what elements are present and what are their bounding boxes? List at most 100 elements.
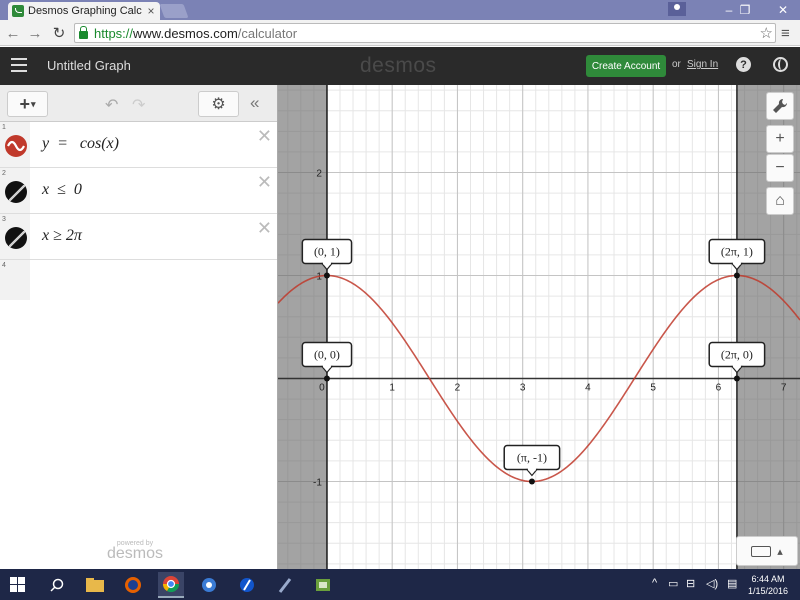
- settings-gear-icon[interactable]: ⚙: [198, 91, 239, 117]
- graph-paper[interactable]: 0 1 2 3 4 5 6 7 2 1 -1 (0, 1) (0, 0) (π, -1) (2π, 1) (2…: [277, 85, 800, 569]
- powered-by-desmos: powered by desmos: [107, 540, 163, 563]
- expression-math[interactable]: y = cos(x): [42, 135, 119, 153]
- point-label: (2π, 0): [721, 347, 753, 361]
- x-tick-label: 3: [520, 382, 526, 393]
- window-titlebar: Desmos Graphing Calculat × – ❐ ✕: [0, 0, 800, 20]
- point-label-pointer-mask: [322, 364, 331, 368]
- delete-expression-icon[interactable]: ✕: [257, 172, 272, 193]
- point-label: (0, 1): [314, 245, 340, 259]
- keyboard-button[interactable]: ▴: [736, 536, 798, 566]
- app-icon[interactable]: [234, 572, 260, 598]
- pen-icon[interactable]: [272, 572, 298, 598]
- app-icon[interactable]: [310, 572, 336, 598]
- powered-logo: desmos: [107, 545, 164, 562]
- maximize-button[interactable]: ❐: [731, 0, 759, 20]
- graph-title[interactable]: Untitled Graph: [47, 58, 131, 73]
- browser-menu-icon[interactable]: ≡: [781, 25, 790, 42]
- file-explorer-icon[interactable]: [82, 572, 108, 598]
- tab-title: Desmos Graphing Calculat: [28, 5, 142, 17]
- search-icon[interactable]: [44, 572, 70, 598]
- shade-icon[interactable]: [5, 227, 27, 249]
- point-marker: [528, 478, 535, 485]
- zoom-out-icon[interactable]: −: [766, 154, 794, 182]
- point-marker: [323, 272, 330, 279]
- user-profile-icon[interactable]: [668, 2, 686, 16]
- expression-row[interactable]: 3 x ≥ 2π ✕: [0, 214, 277, 260]
- x-tick-label: 7: [781, 382, 787, 393]
- network-icon[interactable]: ⊟: [686, 577, 695, 590]
- expression-index: 1: [2, 124, 6, 131]
- sign-in-link[interactable]: Sign In: [687, 59, 718, 70]
- expression-math[interactable]: x ≤ 0: [42, 181, 82, 199]
- collapse-panel-icon[interactable]: «: [250, 93, 259, 113]
- expression-index: 2: [2, 170, 6, 177]
- delete-expression-icon[interactable]: ✕: [257, 218, 272, 239]
- keyboard-icon: [751, 545, 772, 557]
- zoom-in-icon[interactable]: +: [766, 125, 794, 153]
- bookmark-star-icon[interactable]: ☆: [760, 24, 773, 42]
- point-label-pointer-mask: [527, 467, 536, 471]
- y-tick-label: -1: [313, 477, 322, 488]
- address-bar[interactable]: https:// www.desmos.com /calculator ☆: [74, 23, 776, 43]
- globe-icon[interactable]: [773, 57, 788, 72]
- point-label: (π, -1): [517, 450, 547, 464]
- expression-toolbar: + ▾ ↶ ↷ ⚙ «: [0, 85, 277, 122]
- windows-taskbar: ^ ▭ ⊟ ◁) ▤ 6:44 AM 1/15/2016: [0, 569, 800, 600]
- point-label: (2π, 1): [721, 245, 753, 259]
- shaded-region: [278, 85, 327, 569]
- home-icon[interactable]: ⌂: [766, 187, 794, 215]
- point-marker: [323, 375, 330, 382]
- delete-expression-icon[interactable]: ✕: [257, 126, 272, 147]
- expression-index: 4: [2, 262, 6, 269]
- clock[interactable]: 6:44 AM 1/15/2016: [748, 573, 788, 597]
- wrench-icon[interactable]: [766, 92, 794, 120]
- undo-icon[interactable]: ↶: [105, 95, 118, 115]
- x-tick-label: 1: [389, 382, 395, 393]
- tab-close-icon[interactable]: ×: [146, 4, 156, 18]
- reload-icon[interactable]: ↻: [50, 24, 68, 42]
- redo-icon[interactable]: ↷: [132, 95, 145, 115]
- expression-index: 3: [2, 216, 6, 223]
- forward-icon[interactable]: →: [26, 24, 44, 42]
- hamburger-menu-icon[interactable]: [11, 58, 27, 72]
- back-icon[interactable]: ←: [4, 24, 22, 42]
- add-item-button[interactable]: + ▾: [7, 91, 48, 117]
- plus-icon: +: [19, 93, 30, 114]
- point-label: (0, 0): [314, 347, 340, 361]
- caret-down-icon: ▾: [30, 98, 36, 109]
- tray-expand-icon[interactable]: ^: [652, 577, 657, 589]
- clock-date: 1/15/2016: [748, 586, 789, 596]
- x-tick-label: 2: [455, 382, 461, 393]
- action-center-icon[interactable]: ▤: [727, 577, 737, 590]
- expression-row[interactable]: 1 y = cos(x) ✕: [0, 122, 277, 168]
- x-tick-label: 6: [716, 382, 722, 393]
- browser-tab[interactable]: Desmos Graphing Calculat ×: [8, 2, 160, 20]
- x-tick-label: 0: [319, 382, 325, 393]
- graph-svg[interactable]: 0 1 2 3 4 5 6 721-1(0, 1)(0, 0)(π, -1)(2π, 1)(2…: [277, 85, 800, 569]
- url-path: /calculator: [237, 25, 298, 41]
- url-scheme: https://: [94, 25, 134, 41]
- wave-icon[interactable]: [5, 135, 27, 157]
- expression-row-empty[interactable]: 4: [0, 260, 277, 300]
- shade-icon[interactable]: [5, 181, 27, 203]
- lock-icon: [79, 26, 88, 39]
- create-account-button[interactable]: Create Account: [586, 55, 666, 77]
- y-tick-label: 2: [316, 169, 322, 180]
- firefox-icon[interactable]: [120, 572, 146, 598]
- desmos-header: Untitled Graph desmos Create Account or …: [0, 47, 800, 85]
- clock-time: 6:44 AM: [751, 574, 785, 584]
- desmos-favicon-icon: [12, 5, 24, 17]
- close-window-button[interactable]: ✕: [766, 0, 800, 20]
- x-tick-label: 5: [650, 382, 656, 393]
- windows-start-icon[interactable]: [10, 577, 25, 592]
- notification-icon[interactable]: ▭: [668, 577, 678, 590]
- app-icon[interactable]: [196, 572, 222, 598]
- volume-icon[interactable]: ◁): [706, 577, 718, 590]
- point-label-pointer-mask: [732, 364, 741, 368]
- help-icon[interactable]: ?: [736, 57, 751, 72]
- chrome-icon[interactable]: [158, 572, 184, 598]
- new-tab-button[interactable]: [159, 4, 189, 18]
- expression-math[interactable]: x ≥ 2π: [42, 227, 82, 245]
- browser-toolbar: ← → ↻ https:// www.desmos.com /calculato…: [0, 20, 800, 46]
- expression-row[interactable]: 2 x ≤ 0 ✕: [0, 168, 277, 214]
